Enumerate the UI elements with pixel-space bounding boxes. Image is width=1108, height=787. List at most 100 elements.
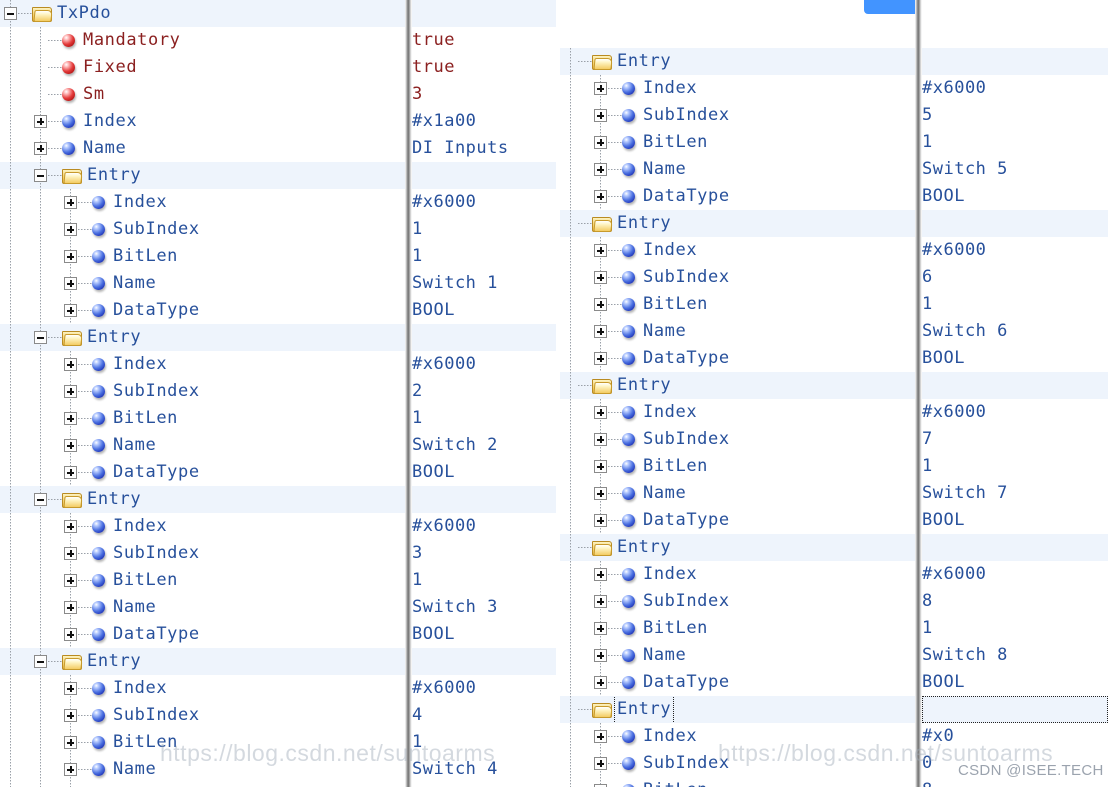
collapse-minus-icon[interactable] xyxy=(34,493,47,506)
tree-row-value-cell[interactable]: 8 xyxy=(922,777,1108,787)
expand-plus-icon[interactable] xyxy=(64,547,77,560)
tree-row-value-cell[interactable]: DI Inputs xyxy=(412,135,556,162)
expand-plus-icon[interactable] xyxy=(594,190,607,203)
tree-row[interactable]: Sm 3 xyxy=(0,81,556,108)
expand-plus-icon[interactable] xyxy=(594,136,607,149)
tree-row-value-cell[interactable]: BOOL xyxy=(922,669,1108,696)
tree-row[interactable]: BitLen 1 xyxy=(0,567,556,594)
tree-row[interactable]: DataType BOOL xyxy=(0,783,556,787)
tree-row-name-cell[interactable]: SubIndex xyxy=(560,264,965,291)
tree-row-name-cell[interactable]: Name xyxy=(0,432,405,459)
tree-row-value-cell[interactable]: #x6000 xyxy=(412,513,556,540)
tree-row-value-cell[interactable]: #x6000 xyxy=(922,399,1108,426)
tree-row[interactable]: Name DI Inputs xyxy=(0,135,556,162)
collapse-minus-icon[interactable] xyxy=(4,7,17,20)
expand-plus-icon[interactable] xyxy=(64,709,77,722)
tree-rows-left[interactable]: TxPdo Mandatory true Fixed true Sm 3 Index #x1a0… xyxy=(0,0,556,787)
tree-row-name-cell[interactable]: Name xyxy=(0,270,405,297)
tree-row-value-cell[interactable] xyxy=(922,372,1108,399)
tree-row-value-cell[interactable]: 0 xyxy=(922,750,1108,777)
tree-row-name-cell[interactable]: SubIndex xyxy=(560,750,965,777)
tree-row-name-cell[interactable]: BitLen xyxy=(0,567,405,594)
tree-row-name-cell[interactable]: Entry xyxy=(560,210,965,237)
tree-row[interactable]: Index #x0 xyxy=(560,723,1108,750)
tree-row[interactable]: SubIndex 3 xyxy=(0,540,556,567)
expand-plus-icon[interactable] xyxy=(594,568,607,581)
tree-row-name-cell[interactable]: Sm xyxy=(0,81,405,108)
tree-row-name-cell[interactable]: BitLen xyxy=(560,615,965,642)
tree-row-name-cell[interactable]: Fixed xyxy=(0,54,405,81)
tree-row[interactable]: Entry xyxy=(560,372,1108,399)
expand-plus-icon[interactable] xyxy=(594,433,607,446)
tree-row[interactable]: Index #x6000 xyxy=(0,351,556,378)
expand-plus-icon[interactable] xyxy=(594,460,607,473)
expand-plus-icon[interactable] xyxy=(594,325,607,338)
expand-plus-icon[interactable] xyxy=(64,277,77,290)
expand-plus-icon[interactable] xyxy=(594,622,607,635)
expand-plus-icon[interactable] xyxy=(594,244,607,257)
tree-row-value-cell[interactable]: 1 xyxy=(412,405,556,432)
tree-row-value-cell[interactable]: 8 xyxy=(922,588,1108,615)
tree-row-name-cell[interactable]: Index xyxy=(0,351,405,378)
tree-row-value-cell[interactable]: BOOL xyxy=(922,507,1108,534)
tree-row-name-cell[interactable]: Entry xyxy=(560,534,965,561)
tree-row-name-cell[interactable]: SubIndex xyxy=(0,540,405,567)
tree-row-value-cell[interactable]: 1 xyxy=(922,291,1108,318)
expand-plus-icon[interactable] xyxy=(594,271,607,284)
expand-plus-icon[interactable] xyxy=(594,730,607,743)
tree-row-value-cell[interactable]: 4 xyxy=(412,702,556,729)
tree-row[interactable]: Index #x1a00 xyxy=(0,108,556,135)
tree-row-name-cell[interactable]: Name xyxy=(560,156,965,183)
expand-plus-icon[interactable] xyxy=(594,298,607,311)
expand-plus-icon[interactable] xyxy=(594,406,607,419)
expand-plus-icon[interactable] xyxy=(64,763,77,776)
tree-row-value-cell[interactable]: 1 xyxy=(922,453,1108,480)
tree-row-name-cell[interactable]: Name xyxy=(0,756,405,783)
tree-row[interactable]: Entry xyxy=(560,210,1108,237)
tree-row[interactable]: SubIndex 4 xyxy=(0,702,556,729)
tree-row-name-cell[interactable]: BitLen xyxy=(560,453,965,480)
tree-row[interactable]: Index #x6000 xyxy=(560,237,1108,264)
tree-row-name-cell[interactable]: DataType xyxy=(560,507,965,534)
tree-row-value-cell[interactable]: #x1a00 xyxy=(412,108,556,135)
column-splitter-right[interactable] xyxy=(915,0,922,787)
tree-row-name-cell[interactable]: Name xyxy=(560,480,965,507)
tree-row-value-cell[interactable] xyxy=(412,648,556,675)
collapse-minus-icon[interactable] xyxy=(34,655,47,668)
tree-row-value-cell[interactable] xyxy=(412,486,556,513)
tree-row-value-cell[interactable]: 7 xyxy=(922,426,1108,453)
tree-row[interactable]: BitLen 1 xyxy=(560,129,1108,156)
expand-plus-icon[interactable] xyxy=(64,574,77,587)
tree-row[interactable]: BitLen 1 xyxy=(560,291,1108,318)
tree-row-value-cell[interactable]: #x0 xyxy=(922,723,1108,750)
tree-row-name-cell[interactable]: Entry xyxy=(0,162,405,189)
tree-row-value-cell[interactable]: #x6000 xyxy=(412,189,556,216)
tree-row-name-cell[interactable]: DataType xyxy=(0,459,405,486)
tree-row-name-cell[interactable]: Index xyxy=(0,189,405,216)
tree-row-value-cell[interactable]: BOOL xyxy=(412,297,556,324)
tree-row[interactable]: Name Switch 1 xyxy=(0,270,556,297)
tree-row-value-cell[interactable]: 1 xyxy=(412,216,556,243)
expand-plus-icon[interactable] xyxy=(64,304,77,317)
expand-plus-icon[interactable] xyxy=(594,676,607,689)
tree-row-value-cell[interactable]: BOOL xyxy=(922,183,1108,210)
tree-row-value-cell[interactable]: 1 xyxy=(412,729,556,756)
tree-row-name-cell[interactable]: Index xyxy=(560,237,965,264)
tree-row-name-cell[interactable]: Entry xyxy=(0,324,405,351)
tree-row[interactable]: DataType BOOL xyxy=(560,183,1108,210)
tree-row[interactable]: DataType BOOL xyxy=(560,345,1108,372)
tree-row[interactable]: Index #x6000 xyxy=(560,399,1108,426)
column-splitter-left[interactable] xyxy=(405,0,412,787)
tree-row-value-cell[interactable] xyxy=(922,210,1108,237)
tree-row[interactable]: Entry xyxy=(560,48,1108,75)
tree-row-name-cell[interactable]: SubIndex xyxy=(0,216,405,243)
expand-plus-icon[interactable] xyxy=(594,109,607,122)
tree-row-name-cell[interactable]: BitLen xyxy=(560,777,965,787)
tree-row[interactable]: Entry xyxy=(0,648,556,675)
tree-row-name-cell[interactable]: BitLen xyxy=(560,291,965,318)
tree-row-value-cell[interactable]: 1 xyxy=(412,567,556,594)
expand-plus-icon[interactable] xyxy=(64,358,77,371)
tree-row[interactable]: Entry xyxy=(560,696,1108,723)
tree-row[interactable]: Fixed true xyxy=(0,54,556,81)
tree-row-name-cell[interactable]: Index xyxy=(560,399,965,426)
